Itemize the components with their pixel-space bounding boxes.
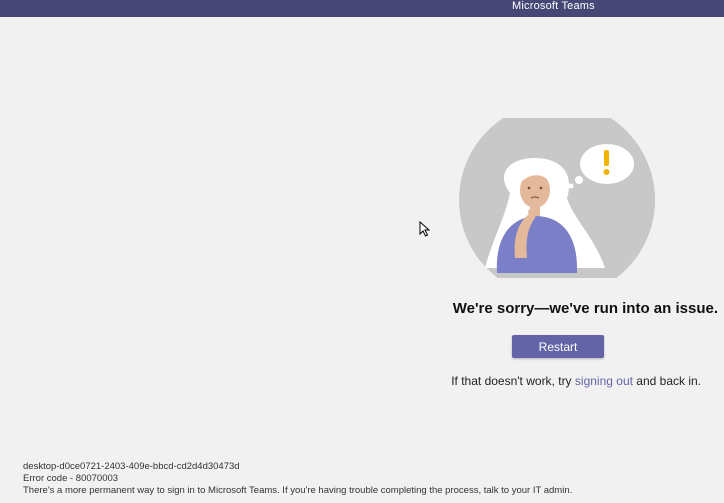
restart-button[interactable]: Restart	[512, 335, 604, 358]
error-heading: We're sorry—we've run into an issue.	[452, 300, 718, 317]
confused-person-icon	[459, 118, 655, 278]
error-code: Error code - 80070003	[23, 473, 119, 484]
title-bar: Microsoft Teams	[0, 0, 724, 17]
retry-instructions: If that doesn't work, try signing out an…	[300, 374, 701, 388]
footer-message: There's a more permanent way to sign in …	[23, 485, 573, 496]
error-illustration	[455, 118, 665, 278]
mouse-pointer-icon	[419, 220, 431, 237]
device-id: desktop-d0ce0721-2403-409e-bbcd-cd2d4d30…	[23, 461, 240, 472]
error-footer: desktop-d0ce0721-2403-409e-bbcd-cd2d4d30…	[23, 461, 572, 497]
retry-suffix: and back in.	[632, 374, 701, 388]
exclamation-icon	[604, 150, 609, 166]
retry-prefix: If that doesn't work, try	[451, 374, 575, 388]
sign-out-link[interactable]: signing out	[575, 374, 633, 388]
window-title: Microsoft Teams	[512, 0, 595, 12]
